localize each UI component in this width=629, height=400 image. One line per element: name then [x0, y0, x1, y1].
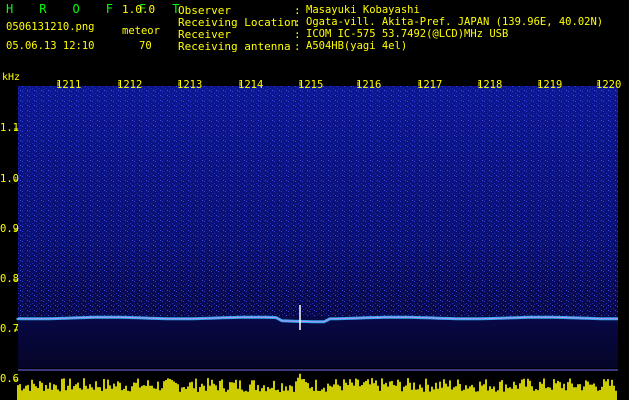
info-label-location: Receiving Location — [178, 16, 298, 29]
info-value-location: Ogata-vill. Akita-Pref. JAPAN (139.96E, … — [306, 16, 604, 28]
info-colon: : — [294, 40, 301, 53]
y-tick-label: 0.8 — [0, 273, 19, 285]
x-tick-label: 1216 — [356, 79, 382, 91]
info-value-observer: Masayuki Kobayashi — [306, 4, 420, 16]
x-tick-label: 1218 — [477, 79, 503, 91]
info-label-observer: Observer — [178, 4, 231, 17]
app-version: 1.0.0 — [122, 3, 156, 16]
x-tick-label: 1220 — [596, 79, 622, 91]
x-tick-label: 1215 — [298, 79, 324, 91]
info-label-antenna: Receiving antenna — [178, 40, 291, 53]
x-tick-label: 1212 — [117, 79, 143, 91]
info-value-antenna: A504HB(yagi 4el) — [306, 40, 408, 52]
y-tick-label: 0.7 — [0, 323, 19, 335]
spectrogram-noise — [18, 86, 618, 316]
y-tick-label: 1.1 — [0, 122, 19, 134]
x-tick-label: 1219 — [537, 79, 563, 91]
y-tick-label: 0.9 — [0, 223, 19, 235]
y-tick-label: 0.6 — [0, 373, 19, 385]
meteor-count: 70 — [139, 40, 152, 52]
info-colon: : — [294, 4, 301, 17]
x-tick-label: 1211 — [56, 79, 82, 91]
info-colon: : — [294, 16, 301, 29]
x-tick-label: 1214 — [238, 79, 264, 91]
info-colon: : — [294, 28, 301, 41]
info-value-receiver: ICOM IC-575 53.7492(@LCD)MHz USB — [306, 28, 509, 40]
mode-label: meteor — [122, 25, 160, 37]
app-title: H R O F F T — [6, 2, 189, 16]
y-tick-label: 1.0 — [0, 173, 19, 185]
info-label-receiver: Receiver — [178, 28, 231, 41]
y-axis-unit: kHz — [2, 72, 21, 83]
x-tick-label: 1217 — [417, 79, 443, 91]
activity-bars — [17, 373, 617, 400]
spectrogram — [14, 82, 618, 400]
x-tick-label: 1213 — [177, 79, 203, 91]
image-filename: 0506131210.png — [6, 21, 95, 33]
capture-datetime: 05.06.13 12:10 — [6, 40, 95, 52]
